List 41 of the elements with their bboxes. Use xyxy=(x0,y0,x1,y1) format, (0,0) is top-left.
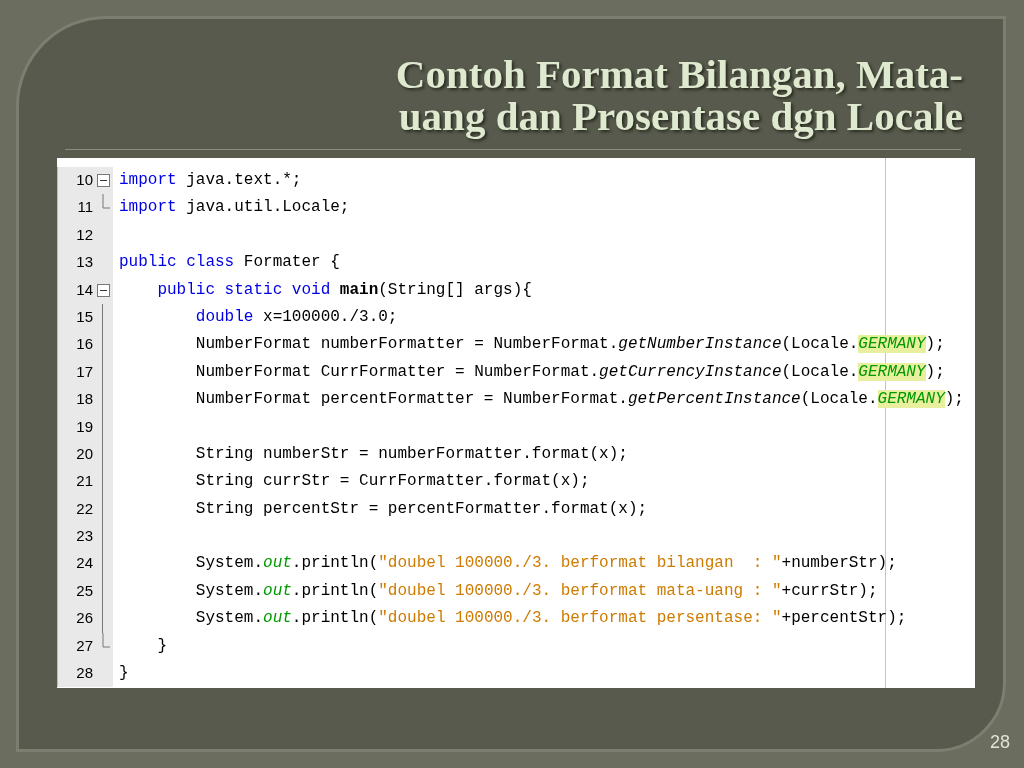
line-number: 26 xyxy=(76,609,93,628)
line-number: 16 xyxy=(76,335,93,354)
code-line: double x=100000./3.0; xyxy=(194,306,398,328)
line-number: 12 xyxy=(76,225,93,244)
code-line: NumberFormat CurrFormatter = NumberFormat.getCurrencyInstance(Locale.GERMANY); xyxy=(194,361,945,383)
line-number: 20 xyxy=(76,444,93,463)
page-number: 28 xyxy=(989,731,1010,754)
code-line: String currStr = CurrFormatter.format(x); xyxy=(194,471,590,493)
line-number: 24 xyxy=(76,554,93,573)
line-number: 17 xyxy=(76,362,93,381)
line-number: 11 xyxy=(77,198,93,217)
code-line: NumberFormat numberFormatter = NumberFormat.getNumberInstance(Locale.GERMANY); xyxy=(194,334,945,356)
code-line: NumberFormat percentFormatter = NumberFormat.getPercentInstance(Locale.GERMANY); xyxy=(194,389,964,411)
code-line: System.out.println("doubel 100000./3. berformat persentase: "+percentStr); xyxy=(194,608,907,630)
line-number: 27 xyxy=(76,636,93,655)
fold-end-icon xyxy=(102,632,110,648)
line-number: 28 xyxy=(76,664,93,683)
line-number: 19 xyxy=(76,417,93,436)
code-line: public class Formater { xyxy=(119,252,340,274)
line-number: 23 xyxy=(76,527,93,546)
line-number: 21 xyxy=(76,472,93,491)
code-line: import java.util.Locale; xyxy=(119,197,350,219)
line-number: 22 xyxy=(76,499,93,518)
code-line: String numberStr = numberFormatter.format(x); xyxy=(194,443,628,465)
code-line: String percentStr = percentFormatter.format(x); xyxy=(194,498,648,520)
code-line: System.out.println("doubel 100000./3. berformat bilangan : "+numberStr); xyxy=(194,553,897,575)
code-line: } xyxy=(156,635,167,657)
code-line: public static void main(String[] args){ xyxy=(156,279,532,301)
line-number: 18 xyxy=(76,390,93,409)
line-number: 13 xyxy=(76,253,93,272)
code-line: import java.text.*; xyxy=(119,170,302,191)
code-line: } xyxy=(119,663,129,685)
line-number: 10 xyxy=(76,171,93,189)
slide-title: Contoh Format Bilangan, Mata- xyxy=(395,53,963,95)
line-number: 14 xyxy=(76,280,93,299)
fold-collapse-icon[interactable] xyxy=(97,283,110,297)
line-number: 15 xyxy=(76,307,93,326)
line-number: 25 xyxy=(76,581,93,600)
fold-collapse-icon[interactable] xyxy=(97,174,110,187)
fold-end-icon xyxy=(102,194,110,210)
code-line: System.out.println("doubel 100000./3. berformat mata-uang : "+currStr); xyxy=(194,580,878,602)
